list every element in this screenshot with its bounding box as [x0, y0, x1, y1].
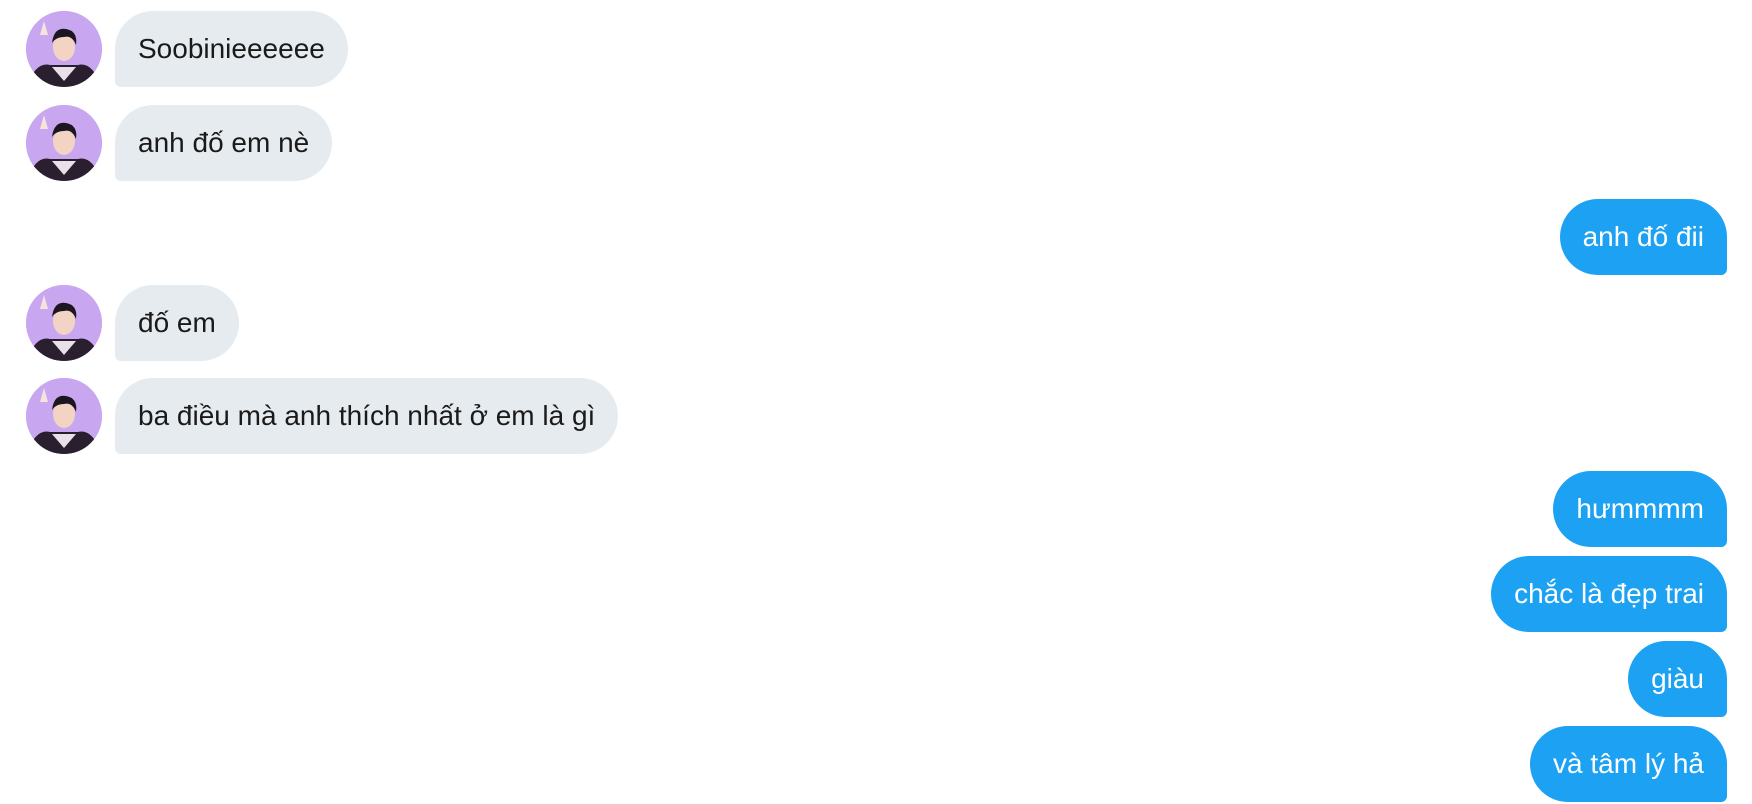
message-row-outgoing: anh đố đii [0, 199, 1752, 275]
avatar[interactable] [26, 285, 102, 361]
message-bubble-outgoing[interactable]: giàu [1628, 641, 1727, 717]
message-bubble-incoming[interactable]: ba điều mà anh thích nhất ở em là gì [115, 378, 619, 454]
message-bubble-incoming[interactable]: đố em [115, 285, 239, 361]
avatar[interactable] [26, 11, 102, 87]
message-row-outgoing: hưmmmm [0, 471, 1752, 547]
message-bubble-outgoing[interactable]: hưmmmm [1553, 471, 1727, 547]
message-bubble-outgoing[interactable]: và tâm lý hả [1530, 726, 1727, 802]
avatar[interactable] [26, 105, 102, 181]
avatar-photo-icon [26, 378, 102, 454]
avatar-photo-icon [26, 285, 102, 361]
avatar[interactable] [26, 378, 102, 454]
message-row-incoming: anh đố em nè [0, 105, 1752, 181]
message-bubble-outgoing[interactable]: chắc là đẹp trai [1491, 556, 1727, 632]
avatar-photo-icon [26, 105, 102, 181]
message-bubble-incoming[interactable]: anh đố em nè [115, 105, 333, 181]
message-row-incoming: đố em [0, 285, 1752, 361]
message-bubble-incoming[interactable]: Soobinieeeeee [115, 11, 348, 87]
message-row-incoming: ba điều mà anh thích nhất ở em là gì [0, 378, 1752, 454]
message-row-outgoing: giàu [0, 641, 1752, 717]
message-row-outgoing: chắc là đẹp trai [0, 556, 1752, 632]
message-row-incoming: Soobinieeeeee [0, 11, 1752, 87]
message-row-outgoing: và tâm lý hả [0, 726, 1752, 802]
conversation-thread: Soobinieeeeee anh đố em nè anh đố đii đố… [0, 0, 1752, 804]
avatar-photo-icon [26, 11, 102, 87]
message-bubble-outgoing[interactable]: anh đố đii [1559, 199, 1727, 275]
